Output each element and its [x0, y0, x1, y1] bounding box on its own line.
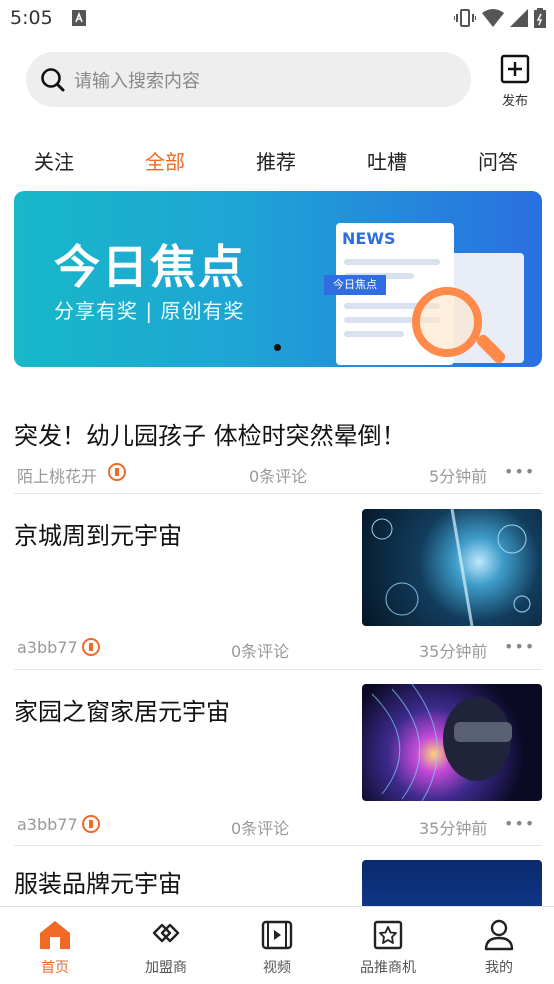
article-item[interactable]: 家园之窗家居元宇宙 a3bb77 0条评论 35分钟前 •••	[14, 683, 542, 844]
publish-label: 发布	[501, 94, 528, 109]
article-time: 35分钟前	[419, 642, 488, 661]
more-options-icon[interactable]: •••	[504, 814, 535, 833]
tab-follow[interactable]: 关注	[34, 146, 74, 175]
nav-label: 我的	[485, 960, 513, 976]
article-comments: 0条评论	[231, 642, 290, 661]
nav-label: 首页	[41, 960, 69, 976]
article-author[interactable]: a3bb77	[17, 815, 78, 834]
video-icon	[261, 920, 293, 950]
article-author[interactable]: 陌上桃花开	[17, 463, 97, 487]
article-comments: 0条评论	[249, 467, 308, 486]
search-input[interactable]: 请输入搜索内容	[26, 52, 471, 107]
thumbnail-art	[371, 508, 531, 627]
article-title: 服装品牌元宇宙	[14, 870, 182, 898]
nav-label: 视频	[263, 960, 291, 976]
tab-all[interactable]: 全部	[145, 146, 185, 175]
nav-label: 加盟商	[145, 960, 187, 976]
banner-title: 今日焦点	[54, 240, 246, 294]
magnifier-icon	[412, 287, 482, 357]
bottom-navigation: 首页 加盟商 视频 品推商机 我的	[0, 906, 554, 984]
vibrate-icon	[453, 8, 477, 32]
news-label: NEWS	[342, 229, 396, 248]
battery-icon	[534, 8, 546, 32]
handshake-icon	[152, 923, 180, 943]
article-title: 家园之窗家居元宇宙	[14, 698, 230, 726]
divider	[14, 493, 542, 494]
signal-icon	[510, 8, 528, 32]
article-title: 京城周到元宇宙	[14, 522, 182, 550]
carousel-indicator	[274, 344, 281, 351]
search-icon	[41, 67, 65, 91]
article-item[interactable]: 服装品牌元宇宙	[14, 860, 542, 906]
article-comments: 0条评论	[231, 819, 290, 838]
status-bar: 5:05	[0, 0, 554, 38]
star-board-icon	[373, 920, 403, 950]
article-item[interactable]: 突发！幼儿园孩子 体检时突然晕倒！ 陌上桃花开 0条评论 5分钟前 •••	[14, 400, 542, 490]
article-thumbnail[interactable]	[362, 683, 542, 802]
article-thumbnail[interactable]	[362, 508, 542, 627]
nav-franchise[interactable]: 加盟商	[111, 917, 221, 977]
divider	[14, 669, 542, 670]
status-time: 5:05	[10, 7, 53, 29]
nav-home[interactable]: 首页	[0, 917, 110, 977]
article-time: 5分钟前	[429, 467, 488, 486]
publish-button[interactable]: 发布	[494, 54, 536, 110]
category-tabs: 关注 全部 推荐 吐槽 问答	[0, 146, 554, 178]
nav-label: 品推商机	[360, 960, 416, 976]
author-badge-icon	[108, 463, 126, 481]
more-options-icon[interactable]: •••	[504, 637, 535, 656]
nav-product-opportunities[interactable]: 品推商机	[333, 917, 443, 977]
add-square-icon	[500, 54, 530, 84]
article-title: 突发！幼儿园孩子 体检时突然晕倒！	[14, 422, 406, 450]
author-badge-icon	[82, 815, 100, 833]
author-badge-icon	[82, 638, 100, 656]
thumbnail-art	[371, 683, 512, 802]
search-placeholder: 请输入搜索内容	[74, 70, 200, 92]
article-author[interactable]: a3bb77	[17, 638, 78, 657]
notification-icon	[72, 10, 86, 30]
article-time: 35分钟前	[419, 819, 488, 838]
article-thumbnail[interactable]	[362, 860, 542, 906]
banner-subtitle: 分享有奖 | 原创有奖	[54, 299, 245, 323]
more-options-icon[interactable]: •••	[504, 462, 535, 481]
banner-carousel[interactable]: 今日焦点 分享有奖 | 原创有奖 NEWS 今日焦点	[14, 191, 542, 367]
nav-profile[interactable]: 我的	[444, 917, 554, 977]
home-icon	[40, 921, 70, 949]
tab-recommend[interactable]: 推荐	[256, 146, 296, 175]
user-icon	[484, 919, 514, 951]
nav-video[interactable]: 视频	[222, 917, 332, 977]
divider	[14, 845, 542, 846]
banner-tag: 今日焦点	[324, 275, 386, 295]
tab-qa[interactable]: 问答	[478, 146, 518, 175]
tab-complain[interactable]: 吐槽	[367, 146, 407, 175]
article-item[interactable]: 京城周到元宇宙 a3bb77 0条评论 35分钟前 •••	[14, 508, 542, 668]
wifi-icon	[482, 8, 504, 32]
